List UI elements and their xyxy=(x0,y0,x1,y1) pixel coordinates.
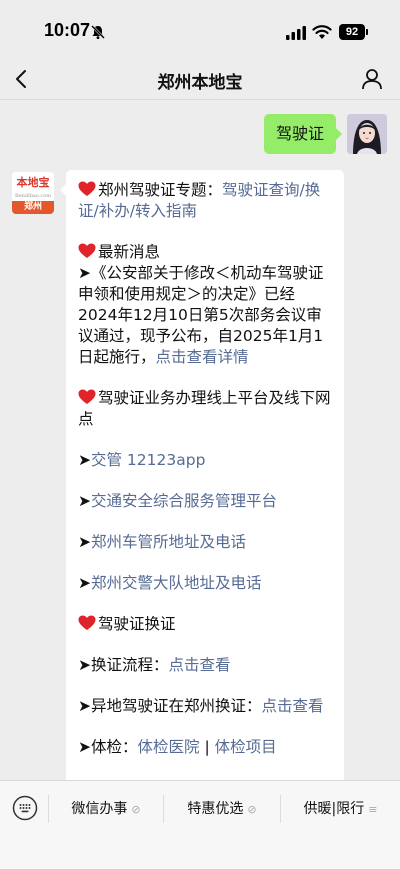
official-account-avatar[interactable]: 本地宝 Bendibao.com 郑州 xyxy=(12,172,54,214)
list-item: ➤交通安全综合服务管理平台 xyxy=(78,491,332,512)
remote-label: 异地驾驶证在郑州换证： xyxy=(91,697,262,715)
menu-item-wechat-service[interactable]: 微信办事 ⊘ xyxy=(49,781,163,837)
heart-icon xyxy=(78,181,96,196)
heart-icon xyxy=(78,615,96,630)
link-dmv[interactable]: 郑州车管所地址及电话 xyxy=(91,533,246,551)
arrow-icon: ➤ xyxy=(78,574,91,592)
renew-link[interactable]: 点击查看 xyxy=(169,656,231,674)
signal-icon xyxy=(286,26,306,40)
exam-hospital-link[interactable]: 体检医院 xyxy=(138,738,200,756)
news-title: 最新消息 xyxy=(98,243,161,261)
list-item: ➤郑州车管所地址及电话 xyxy=(78,532,332,553)
arrow-icon: ➤ xyxy=(78,264,91,282)
menu-item-deals[interactable]: 特惠优选 ⊘ xyxy=(164,781,280,837)
profile-icon[interactable] xyxy=(360,67,384,91)
chat-area[interactable]: 驾驶证 本地宝 Bendibao.com 郑州 郑州驾驶证专题：驾驶证查询/换证… xyxy=(0,100,400,780)
received-message-bubble: 郑州驾驶证专题：驾驶证查询/换证/补办/转入指南 最新消息 ➤《公安部关于修改＜… xyxy=(60,170,344,780)
exam-items-link[interactable]: 体检项目 xyxy=(215,738,277,756)
news-detail-link[interactable]: 点击查看详情 xyxy=(156,348,249,366)
status-bar: 10:07 92 xyxy=(0,0,400,58)
exam-label: 体检： xyxy=(91,738,138,756)
sent-message-bubble[interactable]: 驾驶证 xyxy=(263,114,343,154)
renew-label: 换证流程： xyxy=(91,656,169,674)
user-avatar[interactable] xyxy=(347,114,387,154)
list-item: ➤换证流程：点击查看 xyxy=(78,655,332,676)
keyboard-icon[interactable] xyxy=(12,795,38,821)
arrow-icon: ➤ xyxy=(78,492,91,510)
arrow-icon: ➤ xyxy=(78,656,91,674)
menu-item-heating-traffic[interactable]: 供暖|限行 ≡ xyxy=(281,781,400,837)
news-paragraph: 最新消息 ➤《公安部关于修改＜机动车驾驶证申领和使用规定＞的决定》已经2024年… xyxy=(78,242,332,368)
platform-title: 驾驶证业务办理线上平台及线下网点 xyxy=(78,389,331,428)
exam-separator: | xyxy=(204,738,210,756)
renew-title: 驾驶证换证 xyxy=(98,615,176,633)
logo: 本地宝 Bendibao.com xyxy=(12,172,54,201)
arrow-icon: ➤ xyxy=(78,533,91,551)
list-item: ➤异地驾驶证在郑州换证：点击查看 xyxy=(78,696,332,717)
nav-bar: 郑州本地宝 xyxy=(0,58,400,100)
link-icon: ⊘ xyxy=(247,803,257,816)
link-icon: ⊘ xyxy=(131,803,141,816)
home-indicator-area xyxy=(0,836,400,869)
arrow-icon: ➤ xyxy=(78,451,91,469)
list-item: ➤体检：体检医院 | 体检项目 xyxy=(78,737,332,758)
status-time: 10:07 xyxy=(44,20,91,40)
link-traffic-police[interactable]: 郑州交警大队地址及电话 xyxy=(91,574,262,592)
platform-paragraph: 驾驶证业务办理线上平台及线下网点 xyxy=(78,388,332,430)
topic-paragraph: 郑州驾驶证专题：驾驶证查询/换证/补办/转入指南 xyxy=(78,180,332,222)
user-avatar-image xyxy=(347,114,387,154)
logo-city: 郑州 xyxy=(12,201,54,214)
menu-list-icon: ≡ xyxy=(368,803,378,816)
bottom-menu: 微信办事 ⊘ 特惠优选 ⊘ 供暖|限行 ≡ xyxy=(0,780,400,836)
arrow-icon: ➤ xyxy=(78,738,91,756)
list-item: ➤郑州交警大队地址及电话 xyxy=(78,573,332,594)
page-title: 郑州本地宝 xyxy=(157,73,243,93)
bell-muted-icon xyxy=(91,25,105,39)
renew-section: 驾驶证换证 xyxy=(78,614,332,635)
link-12123[interactable]: 交管 12123app xyxy=(91,451,205,469)
heart-icon xyxy=(78,243,96,258)
wifi-icon xyxy=(312,25,332,39)
heart-icon xyxy=(78,389,96,404)
list-item: ➤交管 12123app xyxy=(78,450,332,471)
battery-indicator: 92 xyxy=(339,24,368,40)
arrow-icon: ➤ xyxy=(78,697,91,715)
remote-link[interactable]: 点击查看 xyxy=(262,697,324,715)
link-service-platform[interactable]: 交通安全综合服务管理平台 xyxy=(91,492,277,510)
topic-prefix: 郑州驾驶证专题： xyxy=(98,181,223,199)
